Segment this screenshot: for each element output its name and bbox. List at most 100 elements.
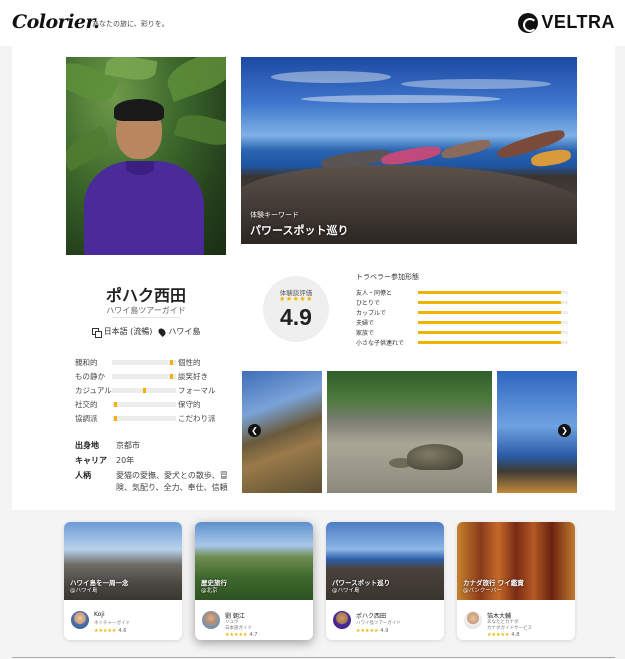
participation-bar <box>418 300 568 304</box>
participation-fill <box>418 320 561 324</box>
participation-row: 小さな子供連れで <box>356 337 576 347</box>
tour-score: 4.9 <box>380 628 389 634</box>
avatar <box>464 611 482 629</box>
star-icon: ★★★★★ <box>487 632 510 638</box>
trait-marker <box>142 387 146 393</box>
guide-photo <box>66 57 226 255</box>
trait-scale <box>112 415 176 421</box>
guide-role: ハワイ島ツアーガイド <box>106 306 186 315</box>
participation-label: ひとりで <box>356 299 380 307</box>
language-icon <box>91 327 102 338</box>
trait-left-label: 協調派 <box>75 413 98 423</box>
tour-guide-role: ハワイ島ツアーガイド <box>356 621 401 626</box>
info-label: 人柄 <box>75 471 91 480</box>
trait-row: 親和的 個性的 <box>75 356 225 370</box>
info-row: 人柄 愛猫の愛撫、愛犬との散歩、冒険、気配り、全力、奉仕、信頼 <box>75 470 235 494</box>
trait-left-label: 社交的 <box>75 399 98 409</box>
tour-guide-role: ネイチャーガイド <box>94 621 130 626</box>
tour-guide-role: あなたとカナダ カナダガイドサービス <box>487 620 532 631</box>
tour-rating: ★★★★★ 4.8 <box>487 632 519 638</box>
trait-right-label: フォーマル <box>178 385 216 395</box>
veltra-logo[interactable]: VELTRA <box>518 12 615 33</box>
trait-marker <box>169 360 173 366</box>
tour-card[interactable]: ハワイ島を一周一念 @ハワイ島 Koji ネイチャーガイド ★★★★★ 4.6 <box>64 522 182 640</box>
info-row: キャリア 20年 <box>75 455 235 467</box>
chevron-left-icon[interactable]: ❮ <box>248 424 261 437</box>
location-pin-icon <box>157 326 168 337</box>
rating-score: 4.9 <box>280 304 312 330</box>
info-value: 20年 <box>116 456 135 465</box>
participation-label: 夫婦で <box>356 319 375 327</box>
trait-left-label: 親和的 <box>75 358 98 368</box>
guide-location: ハワイ島 <box>168 327 201 336</box>
tour-rating: ★★★★★ 4.9 <box>356 628 388 634</box>
personality-traits: 親和的 個性的 もの静か 談笑好き カジュアル フォーマル 社交的 保守的 協調… <box>75 356 225 425</box>
tour-guide-name: 劉 朝江 <box>225 613 245 620</box>
tour-card[interactable]: 歴史旅行 @北京 劉 朝江 リュウ 日本語ガイド ★★★★★ 4.7 <box>195 522 313 640</box>
avatar <box>71 611 89 629</box>
trait-marker <box>113 415 117 421</box>
veltra-mark-icon <box>518 12 539 33</box>
participation-label: 家族で <box>356 329 375 337</box>
traveler-participation: トラベラー参加形態 友人・同僚と ひとりで カップルで 夫婦で 家族で 小さな子… <box>356 272 576 347</box>
info-value: 京都市 <box>116 441 140 450</box>
trait-right-label: こだわり派 <box>178 413 216 423</box>
info-label: キャリア <box>75 456 107 465</box>
trait-scale <box>112 401 176 407</box>
tour-score: 4.8 <box>511 632 520 638</box>
guide-info: 出身地 京都市 キャリア 20年 人柄 愛猫の愛撫、愛犬との散歩、冒険、気配り、… <box>75 440 235 497</box>
tour-guide-name: Koji <box>94 611 105 618</box>
star-icon: ★★★★★ <box>225 632 248 638</box>
star-icon: ★★★★★ <box>94 628 117 634</box>
trait-left-label: カジュアル <box>75 385 112 395</box>
divider <box>112 317 180 318</box>
participation-row: 友人・同僚と <box>356 287 576 297</box>
tagline: あなたの旅に、彩りを。 <box>92 20 169 28</box>
participation-label: 小さな子供連れで <box>356 339 404 347</box>
tour-area: @バンクーバー <box>463 588 502 594</box>
info-label: 出身地 <box>75 441 99 450</box>
tour-guide-name: ポハク西田 <box>356 613 387 620</box>
hero-keyword-label: 体験キーワード <box>250 211 299 219</box>
veltra-wordmark: VELTRA <box>541 12 615 32</box>
trait-right-label: 保守的 <box>178 399 201 409</box>
info-row: 出身地 京都市 <box>75 440 235 452</box>
tour-rating: ★★★★★ 4.6 <box>94 628 126 634</box>
tour-card[interactable]: パワースポット巡り @ハワイ島 ポハク西田 ハワイ島ツアーガイド ★★★★★ 4.… <box>326 522 444 640</box>
tour-card[interactable]: カナダ旅行 ワイ鑑賞 @バンクーバー 箔木大輔 あなたとカナダ カナダガイドサー… <box>457 522 575 640</box>
trait-scale <box>112 360 176 366</box>
star-icon: ★★★★★ <box>356 628 379 634</box>
participation-row: 家族で <box>356 327 576 337</box>
colorier-logo[interactable]: Colorier. <box>12 11 100 33</box>
trait-row: 協調派 こだわり派 <box>75 411 225 425</box>
tour-guide-role: リュウ 日本語ガイド <box>225 620 252 631</box>
participation-label: 友人・同僚と <box>356 289 393 297</box>
trait-scale <box>112 374 176 380</box>
rating-badge: 体験談評価 ★★★★★ 4.9 <box>263 276 329 342</box>
tour-score: 4.6 <box>118 628 127 634</box>
guide-profile-card: ポハク西田 ハワイ島ツアーガイド 日本語 (流暢) ハワイ島 親和的 個性的 も… <box>12 46 615 510</box>
chevron-right-icon[interactable]: ❯ <box>558 424 571 437</box>
trait-marker <box>169 374 173 380</box>
trait-left-label: もの静か <box>75 372 105 382</box>
tour-area: @北京 <box>201 588 218 594</box>
participation-bar <box>418 290 568 294</box>
participation-fill <box>418 330 561 334</box>
trait-row: 社交的 保守的 <box>75 397 225 411</box>
participation-fill <box>418 300 561 304</box>
trait-scale <box>112 387 176 393</box>
gallery-photo[interactable] <box>327 371 492 493</box>
participation-label: カップルで <box>356 309 387 317</box>
site-header: Colorier. あなたの旅に、彩りを。 VELTRA <box>0 0 625 46</box>
tour-rating: ★★★★★ 4.7 <box>225 632 257 638</box>
tour-score: 4.7 <box>249 632 258 638</box>
participation-title: トラベラー参加形態 <box>356 273 419 281</box>
trait-marker <box>113 401 117 407</box>
hero-keyword-title: パワースポット巡り <box>250 224 349 237</box>
participation-bar <box>418 330 568 334</box>
participation-row: カップルで <box>356 307 576 317</box>
trait-row: もの静か 談笑好き <box>75 370 225 384</box>
participation-fill <box>418 340 561 344</box>
participation-row: ひとりで <box>356 297 576 307</box>
tour-area: @ハワイ島 <box>70 588 98 594</box>
